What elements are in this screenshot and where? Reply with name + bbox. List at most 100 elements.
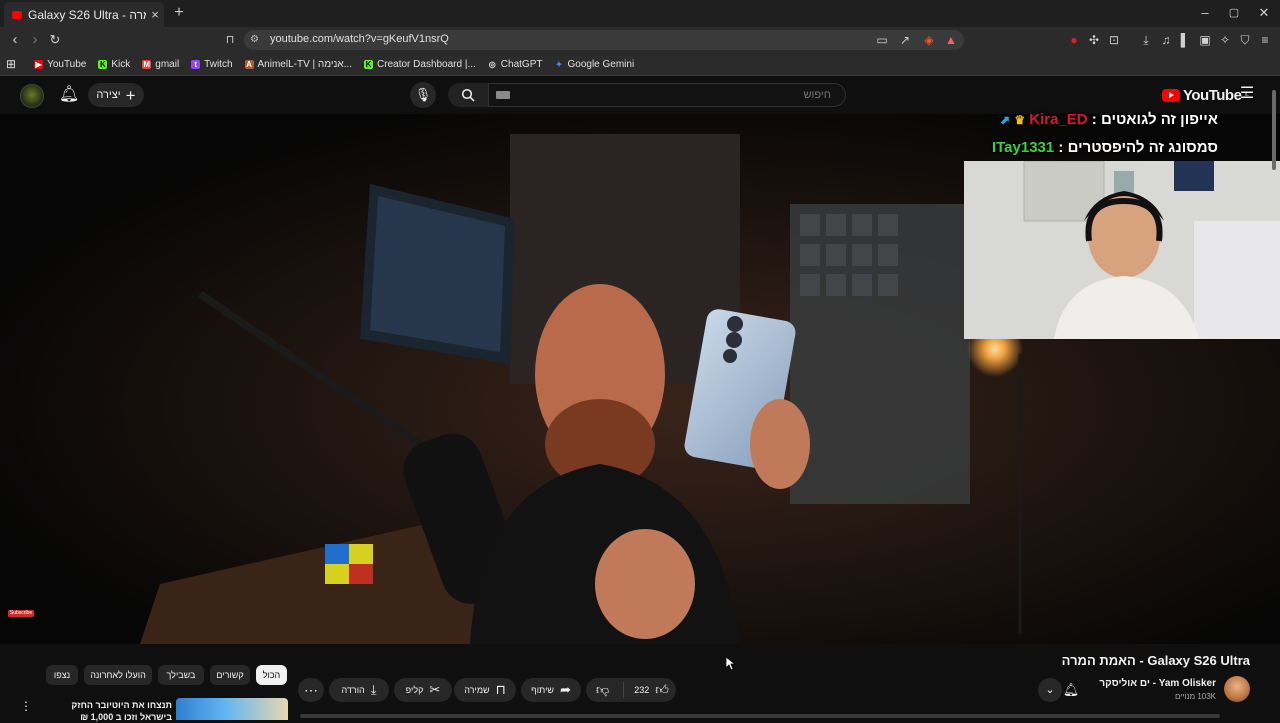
- animell-icon: A: [244, 59, 254, 69]
- bookmark-icon[interactable]: ⊓: [221, 31, 239, 49]
- keyboard-icon[interactable]: [496, 91, 510, 99]
- subscribe-watermark-badge[interactable]: Subscribe: [8, 610, 34, 617]
- bookmark-label: AnimelL-TV | אנימה...: [257, 58, 353, 70]
- forward-arrow-icon[interactable]: ›: [26, 31, 44, 49]
- download-label: הורדה: [341, 685, 365, 695]
- subscriber-count: 103K מנויים: [1174, 692, 1216, 701]
- chat-message-text: אייפון זה לגואטים :: [1091, 111, 1218, 128]
- like-dislike-group: 👎︎ 232 👍︎: [586, 678, 676, 702]
- apps-grid-icon[interactable]: ⊞: [6, 57, 16, 71]
- downloads-icon[interactable]: ⤓: [1138, 32, 1154, 48]
- tab-title: Galaxy S26 Ultra - האמת המרה: [28, 7, 146, 22]
- hamburger-menu-icon[interactable]: ☰: [1238, 85, 1256, 103]
- horizontal-scrollbar[interactable]: [300, 714, 1220, 718]
- sidebar-toggle-icon[interactable]: ▌: [1177, 32, 1193, 48]
- url-text[interactable]: youtube.com/watch?v=gKeufV1nsrQ: [270, 33, 449, 45]
- brave-shield-icon[interactable]: ◈: [921, 32, 937, 48]
- back-arrow-icon[interactable]: ‹: [6, 31, 24, 49]
- share-button[interactable]: שיתוף ➦: [521, 678, 581, 702]
- minimize-button[interactable]: –: [1190, 4, 1220, 22]
- youtube-play-logo-icon: [1162, 88, 1180, 102]
- new-tab-button[interactable]: +: [170, 4, 188, 22]
- bookmark-label: Twitch: [204, 58, 233, 70]
- notifications-bell-icon[interactable]: 🔔︎: [58, 84, 80, 106]
- browser-tab-strip: [0, 0, 1280, 27]
- youtube-logo-text: YouTube: [1183, 86, 1242, 104]
- bookmark-gemini[interactable]: ✦ Google Gemini: [554, 58, 635, 70]
- account-avatar[interactable]: [20, 84, 44, 108]
- channel-avatar[interactable]: [1224, 676, 1250, 702]
- bookmarks-bar: ⊞ ▶ YouTube K Kick Mgmail t Twitch A AnimelL…: [0, 53, 1280, 76]
- recommended-video-title[interactable]: תנצחו את היוטיובר החזק בישראל וזכו ב 1,0…: [40, 699, 172, 723]
- vpn-shield-icon[interactable]: ⛉: [1237, 32, 1253, 48]
- save-button[interactable]: שמירה ⊓: [454, 678, 516, 702]
- vertical-dots-menu-icon[interactable]: ⋮: [20, 699, 32, 713]
- bookmark-save-icon: ⊓: [495, 682, 506, 697]
- chevron-down-icon[interactable]: ⌄: [1038, 678, 1062, 702]
- leo-ai-icon[interactable]: ✧: [1217, 32, 1233, 48]
- close-window-button[interactable]: ✕: [1249, 4, 1279, 22]
- bookmark-label: YouTube: [47, 58, 87, 70]
- youtube-icon: ▶: [34, 59, 44, 69]
- page-scrollbar[interactable]: [1272, 90, 1276, 170]
- bookmark-label: Google Gemini: [567, 58, 635, 70]
- share-arrow-icon: ➦: [560, 682, 571, 697]
- subscription-bell-icon[interactable]: 🔔︎: [1060, 678, 1082, 702]
- video-title: Galaxy S26 Ultra - האמת המרה: [1061, 653, 1250, 668]
- bookmark-creator-dashboard[interactable]: K Creator Dashboard |...: [364, 59, 476, 70]
- scissors-icon: ✂: [429, 682, 441, 697]
- extension-box-icon[interactable]: ⊡: [1106, 32, 1122, 48]
- bookmark-label: Creator Dashboard |...: [377, 58, 476, 70]
- share-page-icon[interactable]: ↗: [897, 32, 913, 48]
- browser-tab[interactable]: Galaxy S26 Ultra - האמת המרה ×: [4, 2, 164, 27]
- bookmark-chatgpt[interactable]: ◎ ChatGPT: [488, 59, 543, 70]
- bookmark-twitch[interactable]: t Twitch: [191, 58, 233, 70]
- channel-name[interactable]: Yam Olisker - ים אוליסקר: [1099, 678, 1216, 689]
- browser-menu-icon[interactable]: ≡: [1257, 32, 1273, 48]
- maximize-button[interactable]: ▢: [1219, 4, 1249, 22]
- chat-message: אייפון זה לגואטים : Kira_ED ♛ ⬈: [1000, 111, 1218, 128]
- chip-recently-uploaded[interactable]: הועלו לאחרונה: [84, 665, 152, 685]
- like-divider: [623, 682, 625, 698]
- create-button[interactable]: יצירה +: [88, 83, 144, 107]
- search-field[interactable]: [488, 83, 846, 107]
- share-label: שיתוף: [531, 685, 554, 695]
- crown-badge-icon: ♛: [1014, 113, 1026, 127]
- download-button[interactable]: הורדה ⤓: [329, 678, 389, 702]
- extensions-puzzle-icon[interactable]: ✣: [1086, 32, 1102, 48]
- mouse-cursor-icon: [726, 657, 736, 671]
- extension-red-icon[interactable]: ●: [1066, 32, 1082, 48]
- create-label: יצירה: [96, 89, 121, 101]
- search-input[interactable]: [489, 84, 845, 106]
- more-actions-button[interactable]: ⋯: [298, 678, 324, 702]
- recommended-video-thumbnail[interactable]: [176, 698, 288, 720]
- brave-rewards-icon[interactable]: ▲: [943, 32, 959, 48]
- bookmark-gmail[interactable]: Mgmail: [142, 59, 179, 70]
- search-icon: [461, 88, 475, 102]
- chip-for-you[interactable]: בשבילך: [158, 665, 204, 685]
- dislike-icon[interactable]: 👎︎: [596, 682, 609, 698]
- reload-icon[interactable]: ↻: [46, 31, 64, 49]
- media-music-icon[interactable]: ♫: [1158, 32, 1174, 48]
- like-icon[interactable]: 👍︎: [655, 682, 669, 698]
- tab-close-icon[interactable]: ×: [146, 7, 164, 22]
- youtube-logo[interactable]: YouTube IL: [1162, 86, 1249, 104]
- site-info-icon[interactable]: ⚙: [250, 34, 259, 45]
- chatgpt-icon: ◎: [488, 59, 496, 69]
- chat-username: ITay1331: [991, 139, 1055, 156]
- bookmark-youtube[interactable]: ▶ YouTube: [34, 59, 86, 70]
- cast-icon[interactable]: ▭: [874, 32, 890, 48]
- like-count: 232: [634, 685, 650, 695]
- bookmark-animell[interactable]: A AnimelL-TV | אנימה...: [244, 58, 353, 70]
- chip-watched[interactable]: נצפו: [46, 665, 78, 685]
- clip-button[interactable]: קליפ ✂: [394, 678, 452, 702]
- bookmark-label: Kick: [111, 58, 131, 70]
- chip-all[interactable]: הכול: [256, 665, 287, 685]
- search-button[interactable]: [448, 83, 488, 107]
- twitch-icon: t: [191, 59, 201, 69]
- chat-message: סמסונג זה להיפסטרים : ITay1331: [992, 139, 1218, 156]
- wallet-icon[interactable]: ▣: [1197, 32, 1213, 48]
- chip-related[interactable]: קשורים: [210, 665, 250, 685]
- bookmark-kick[interactable]: K Kick: [98, 59, 130, 70]
- voice-search-mic-icon[interactable]: 🎙︎: [410, 82, 436, 108]
